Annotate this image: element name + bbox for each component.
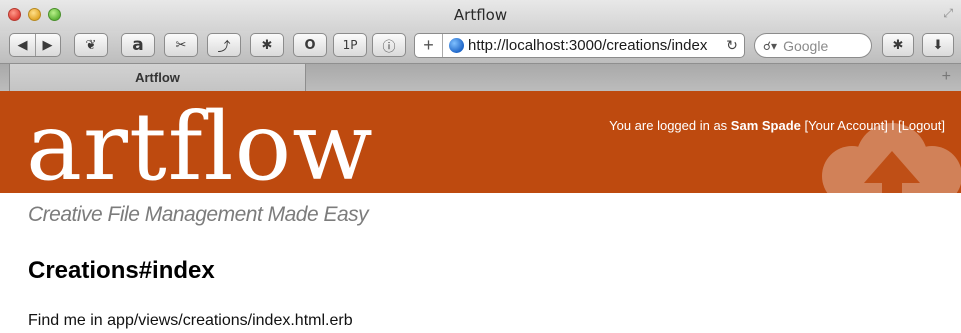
tab-artflow[interactable]: Artflow (9, 64, 306, 91)
leaf-icon: ❦ (85, 37, 97, 53)
site-tagline: Creative File Management Made Easy (28, 203, 369, 226)
leaf-extension-button[interactable]: ❦ (74, 33, 108, 57)
user-name: Sam Spade (730, 118, 801, 133)
globe-icon (449, 38, 464, 53)
back-button[interactable]: ◀ (18, 38, 28, 53)
circle-icon: O (304, 37, 316, 53)
add-bookmark-button[interactable]: + (415, 34, 443, 57)
readability-extension-button[interactable]: ⤴ (207, 33, 241, 57)
logged-in-label: You are logged in as (609, 118, 731, 133)
link-separator: l (887, 118, 898, 133)
downloads-button[interactable]: ⬇ (922, 33, 954, 57)
1password-icon: 1P (342, 38, 358, 52)
page-body-text: Find me in app/views/creations/index.htm… (28, 312, 353, 329)
info-extension-button[interactable]: ⓘ (372, 33, 406, 57)
firebug-button[interactable]: ✱ (882, 33, 914, 57)
new-tab-button[interactable]: + (942, 68, 951, 86)
reload-icon[interactable]: ↻ (720, 37, 744, 54)
back-forward-buttons: ◀ ▶ (9, 33, 61, 57)
amazon-extension-button[interactable]: a (121, 33, 155, 57)
search-input[interactable] (783, 37, 864, 54)
artflow-logo[interactable]: artflow (26, 101, 374, 194)
download-icon: ⬇ (932, 37, 944, 53)
url-text[interactable]: http://localhost:3000/creations/index (468, 37, 720, 54)
window-title: Artflow (453, 6, 508, 24)
arrow-icon: ⤴ (217, 39, 231, 55)
bug-icon: ✱ (892, 37, 904, 53)
divider (34, 34, 36, 56)
user-status: You are logged in as Sam Spade [Your Acc… (609, 118, 945, 133)
search-icon: ☌▾ (763, 38, 778, 53)
1password-extension-button[interactable]: 1P (333, 33, 367, 57)
amazon-icon: a (132, 35, 144, 55)
delicious-extension-button[interactable]: ✂ (164, 33, 198, 57)
page-title: Creations#index (28, 257, 215, 284)
bug-icon: ✱ (261, 37, 273, 53)
fullscreen-icon[interactable]: ⤢ (943, 6, 953, 21)
search-field[interactable]: ☌▾ (754, 33, 872, 58)
forward-button[interactable]: ▶ (43, 38, 53, 53)
scissors-icon: ✂ (175, 37, 187, 53)
circle-extension-button[interactable]: O (293, 33, 327, 57)
browser-toolbar: ◀ ▶ ❦ a ✂ ⤴ ✱ O 1P ⓘ + http://localhost:… (0, 31, 961, 63)
your-account-link[interactable]: [Your Account] (805, 118, 888, 133)
logout-link[interactable]: [Logout] (898, 118, 945, 133)
site-header: artflow You are logged in as Sam Spade [… (0, 91, 961, 193)
info-icon: ⓘ (382, 39, 396, 55)
tab-bar: Artflow + (0, 63, 961, 91)
debug-extension-button[interactable]: ✱ (250, 33, 284, 57)
window-titlebar: Artflow ⤢ (0, 0, 961, 31)
address-bar[interactable]: + http://localhost:3000/creations/index … (414, 33, 745, 58)
